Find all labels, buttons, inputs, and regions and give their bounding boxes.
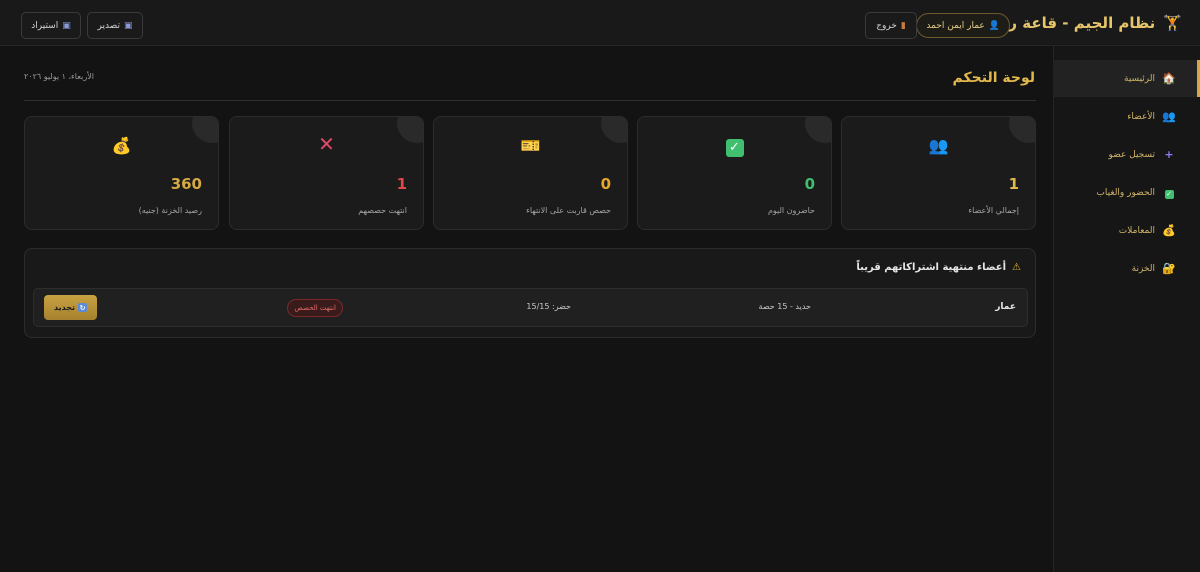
sidebar-item-register[interactable]: + تسجيل عضو <box>1053 136 1200 173</box>
sidebar-item-safe[interactable]: 🔐 الخزنة <box>1053 250 1200 287</box>
warning-icon: ⚠ <box>1012 262 1021 273</box>
member-attendance: حضر: 15/15 <box>526 302 571 311</box>
export-label: تصدير <box>97 20 120 31</box>
money-bag-icon: 💰 <box>1162 224 1176 237</box>
stat-card-total-members: 👥 1 إجمالي الأعضاء <box>841 116 1036 230</box>
stat-card-sessions-ending: 🎫 0 حصص قاربت على الانتهاء <box>433 116 628 230</box>
sidebar-item-label: الأعضاء <box>1127 111 1155 122</box>
export-button[interactable]: ▣ تصدير <box>87 12 143 39</box>
logout-label: خروج <box>876 20 897 31</box>
import-label: استيراد <box>31 20 59 31</box>
user-name: عمار ايمن احمد <box>926 20 985 31</box>
page-date: الأربعاء، ١ يوليو ٢٠٢٦ <box>24 72 94 81</box>
stat-label: إجمالي الأعضاء <box>968 206 1019 215</box>
home-icon: 🏠 <box>1162 72 1176 85</box>
plus-icon: + <box>1164 148 1174 161</box>
sidebar: 🏠 الرئيسية 👥 الأعضاء + تسجيل عضو ✓ الحضو… <box>1053 46 1200 572</box>
members-icon: 👥 <box>928 136 949 155</box>
page-title: لوحة التحكم <box>952 70 1035 86</box>
members-icon: 👥 <box>1162 110 1176 123</box>
floppy-icon: ▣ <box>62 20 71 31</box>
stat-value: 1 <box>1008 175 1019 193</box>
divider <box>24 100 1036 101</box>
stat-card-sessions-ended: ✕ 1 انتهت حصصهم <box>229 116 424 230</box>
import-button[interactable]: ▣ استيراد <box>21 12 81 39</box>
logout-button[interactable]: ▮ خروج <box>865 12 917 39</box>
sidebar-item-attendance[interactable]: ✓ الحضور والغياب <box>1053 174 1200 211</box>
renew-button[interactable]: ↻ تجديد <box>44 295 97 320</box>
status-badge: انتهت الحصص <box>287 299 343 317</box>
stat-value: 0 <box>600 175 611 193</box>
user-icon: 👤 <box>988 20 1000 31</box>
ticket-icon: 🎫 <box>520 136 541 155</box>
stat-label: انتهت حصصهم <box>358 206 407 215</box>
panel-title-text: أعضاء منتهية اشتراكاتهم قريباً <box>856 262 1007 273</box>
top-bar: 🏋 نظام الجيم - قاعة رجال 👤 عمار ايمن احم… <box>0 0 1200 46</box>
stat-label: حصص قاربت على الانتهاء <box>526 206 611 215</box>
stat-value: 0 <box>804 175 815 193</box>
user-pill[interactable]: 👤 عمار ايمن احمد <box>916 13 1010 38</box>
check-icon: ✓ <box>1164 189 1174 199</box>
stat-label: رصيد الخزنة (جنيه) <box>138 206 202 215</box>
sidebar-item-label: المعاملات <box>1118 225 1155 236</box>
dumbbell-icon: 🏋 <box>1163 14 1182 32</box>
sidebar-item-label: الرئيسية <box>1124 73 1155 84</box>
sidebar-item-members[interactable]: 👥 الأعضاء <box>1053 98 1200 135</box>
sidebar-item-home[interactable]: 🏠 الرئيسية <box>1053 60 1200 97</box>
sidebar-item-label: الحضور والغياب <box>1096 187 1155 198</box>
x-icon: ✕ <box>318 132 335 156</box>
sidebar-item-label: تسجيل عضو <box>1108 149 1155 160</box>
door-icon: ▮ <box>900 20 906 31</box>
renew-label: تجديد <box>54 303 76 312</box>
member-plan: حديد - 15 حصة <box>758 302 811 311</box>
refresh-icon: ↻ <box>78 303 88 313</box>
member-name: عمار <box>995 302 1016 312</box>
stat-value: 360 <box>170 175 202 193</box>
stat-card-safe-balance: 💰 360 رصيد الخزنة (جنيه) <box>24 116 219 230</box>
money-bag-icon: 💰 <box>111 136 132 155</box>
table-row: عمار حديد - 15 حصة حضر: 15/15 انتهت الحص… <box>33 288 1028 327</box>
check-icon: ✓ <box>725 136 744 157</box>
stat-card-present-today: ✓ 0 حاضرون اليوم <box>637 116 832 230</box>
floppy-icon: ▣ <box>124 20 133 31</box>
stat-label: حاضرون اليوم <box>767 206 815 215</box>
panel-title: ⚠ أعضاء منتهية اشتراكاتهم قريباً <box>856 262 1021 273</box>
sidebar-item-transactions[interactable]: 💰 المعاملات <box>1053 212 1200 249</box>
sidebar-item-label: الخزنة <box>1131 263 1155 274</box>
stat-value: 1 <box>396 175 407 193</box>
safe-icon: 🔐 <box>1162 262 1176 275</box>
expiring-members-panel: ⚠ أعضاء منتهية اشتراكاتهم قريباً عمار حد… <box>24 248 1036 338</box>
